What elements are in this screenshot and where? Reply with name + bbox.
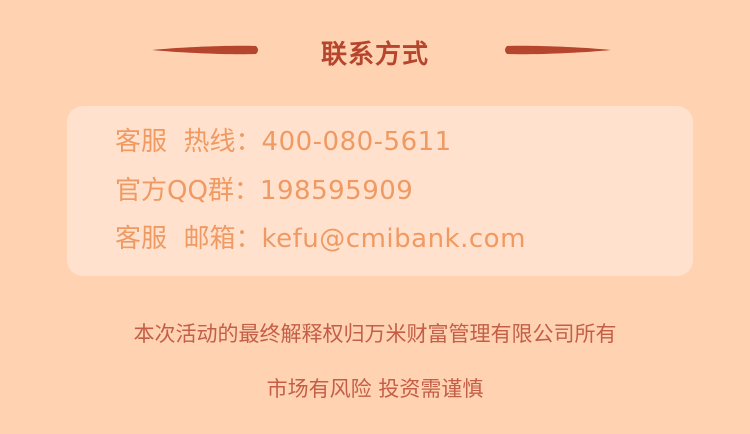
email-row: 客服 邮箱：kefu@cmibank.com xyxy=(115,222,526,256)
email-label: 客服 邮箱： xyxy=(115,224,262,254)
qq-group-number[interactable]: 198595909 xyxy=(260,174,413,208)
risk-warning-text: 市场有风险 投资需谨慎 xyxy=(266,377,484,401)
contact-info-card: 客服 热线：400-080-5611 官方QQ群：198595909 客服 邮箱… xyxy=(67,106,693,276)
hotline-label: 客服 热线： xyxy=(115,127,262,157)
section-title: 联系方式 xyxy=(320,40,429,70)
qq-group-row: 官方QQ群：198595909 xyxy=(115,174,413,208)
hotline-row: 客服 热线：400-080-5611 xyxy=(115,125,452,159)
right-brush-stroke-decoration xyxy=(505,45,611,55)
hotline-number[interactable]: 400-080-5611 xyxy=(262,125,452,159)
qq-group-label: 官方QQ群： xyxy=(115,176,260,206)
disclaimer-text: 本次活动的最终解释权归万米财富管理有限公司所有 xyxy=(133,322,617,346)
email-address[interactable]: kefu@cmibank.com xyxy=(262,222,526,256)
section-header: 联系方式 xyxy=(0,28,750,76)
